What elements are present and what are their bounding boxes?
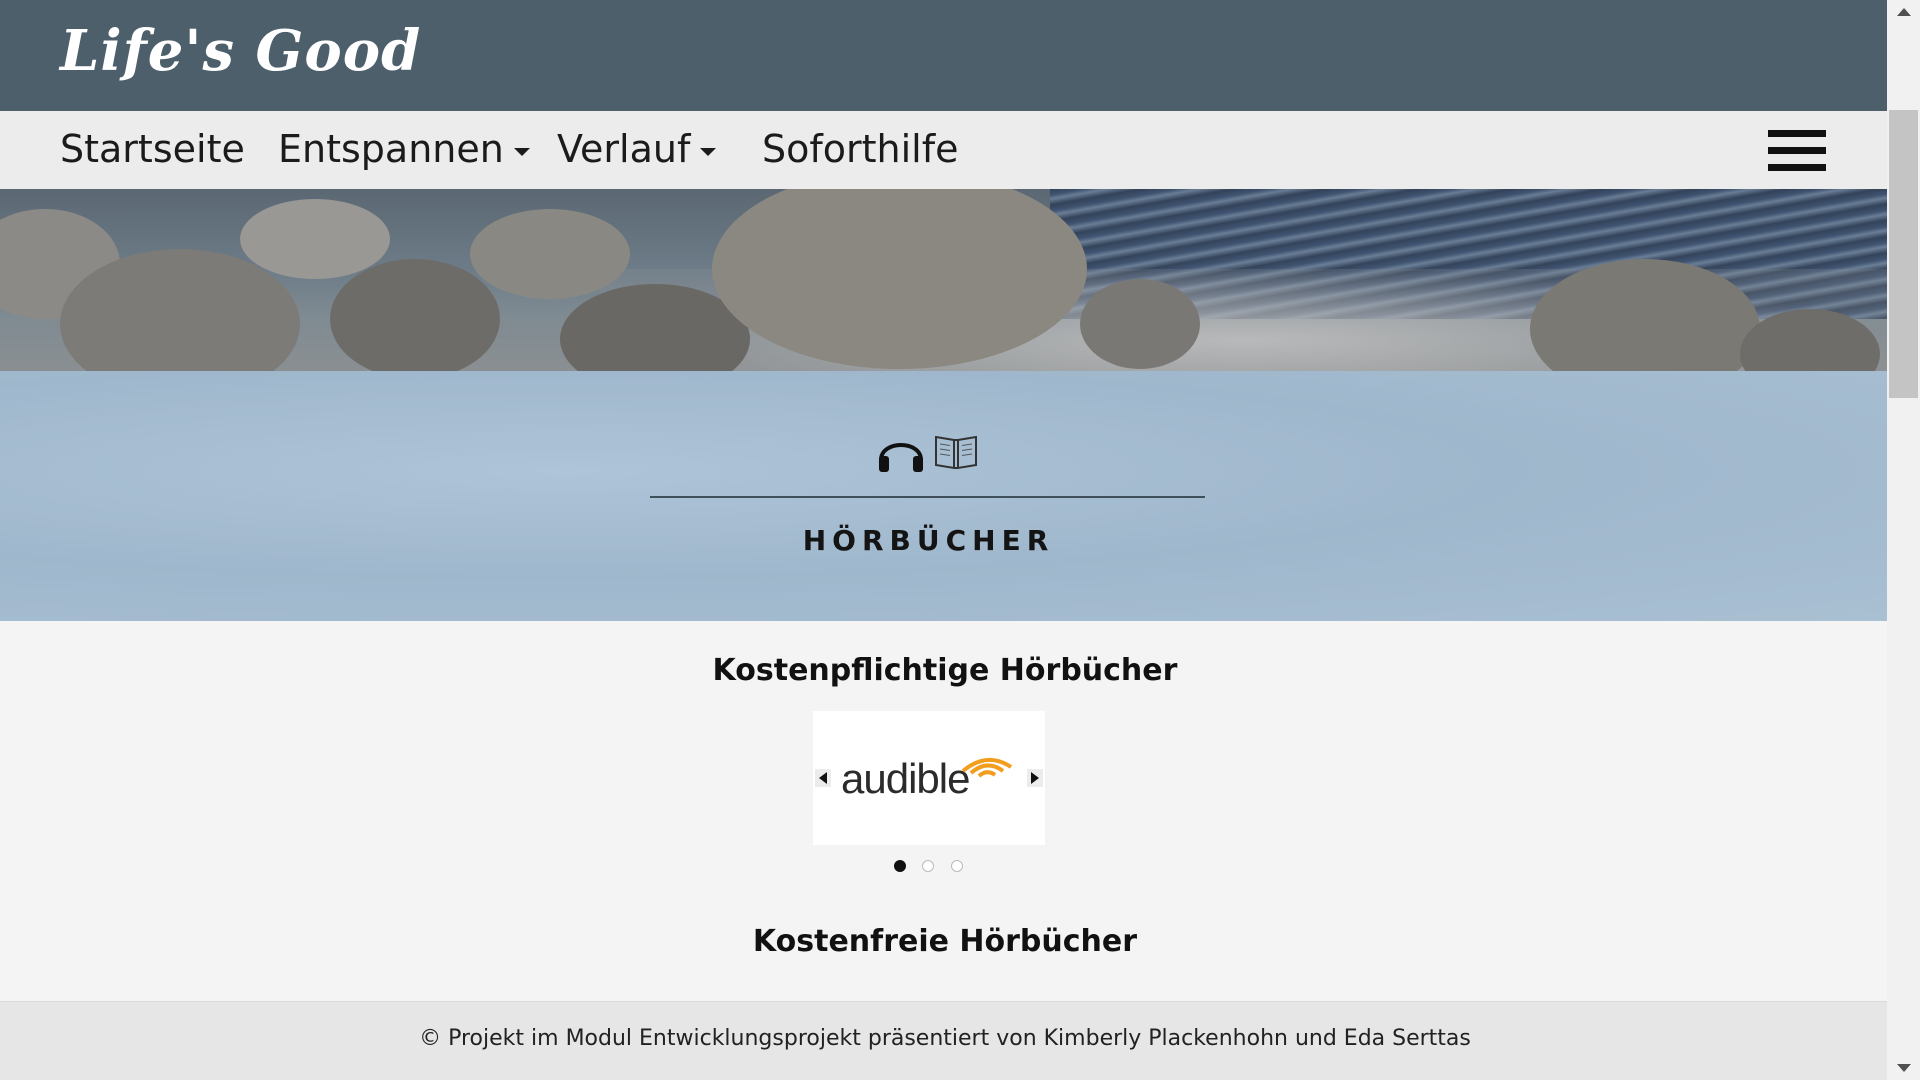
nav-item-label: Soforthilfe	[762, 127, 959, 171]
section-divider	[650, 496, 1205, 498]
scroll-up-arrow-icon[interactable]	[1897, 8, 1911, 16]
nav-item-label: Startseite	[60, 127, 245, 171]
scrollbar-thumb[interactable]	[1889, 110, 1918, 398]
carousel-next-button[interactable]	[1027, 769, 1043, 787]
scroll-down-arrow-icon[interactable]	[1897, 1064, 1911, 1072]
arrow-left-icon	[819, 772, 827, 784]
caret-down-icon	[700, 147, 717, 156]
hero-image	[0, 189, 1887, 371]
audible-logo[interactable]: audible	[841, 755, 970, 803]
nav-item-startseite[interactable]: Startseite	[60, 127, 245, 171]
footer-copyright: © Projekt im Modul Entwicklungsprojekt p…	[419, 1026, 1471, 1051]
audible-logo-text: audible	[841, 755, 970, 802]
page-scrollbar[interactable]	[1887, 0, 1920, 1080]
audiobook-carousel: audible	[813, 711, 1045, 845]
section-icons	[877, 430, 987, 474]
hamburger-menu-icon[interactable]	[1768, 130, 1826, 172]
carousel-dot-2[interactable]	[922, 860, 934, 872]
headphones-icon	[879, 443, 923, 472]
carousel-dot-3[interactable]	[951, 860, 963, 872]
nav-item-label: Entspannen	[278, 127, 504, 171]
section-title: HÖRBÜCHER	[802, 524, 1055, 557]
nav-item-entspannen[interactable]: Entspannen	[278, 127, 530, 171]
main-navigation: Startseite Entspannen Verlauf Soforthilf…	[0, 111, 1887, 190]
audible-signal-icon	[961, 758, 1013, 778]
site-header: Life's Good	[0, 0, 1887, 111]
carousel-dot-1[interactable]	[894, 860, 906, 872]
carousel-prev-button[interactable]	[815, 769, 831, 787]
site-logo[interactable]: Life's Good	[60, 18, 421, 84]
site-footer: © Projekt im Modul Entwicklungsprojekt p…	[0, 1001, 1887, 1080]
nav-item-verlauf[interactable]: Verlauf	[557, 127, 717, 171]
paid-audiobooks-heading: Kostenpflichtige Hörbücher	[712, 653, 1178, 688]
open-book-icon	[935, 435, 977, 470]
free-audiobooks-heading: Kostenfreie Hörbücher	[752, 924, 1138, 959]
page: Life's Good Startseite Entspannen Verlau…	[0, 0, 1887, 1080]
nav-item-soforthilfe[interactable]: Soforthilfe	[762, 127, 958, 171]
caret-down-icon	[513, 147, 530, 156]
arrow-right-icon	[1031, 772, 1039, 784]
nav-item-label: Verlauf	[557, 127, 691, 171]
